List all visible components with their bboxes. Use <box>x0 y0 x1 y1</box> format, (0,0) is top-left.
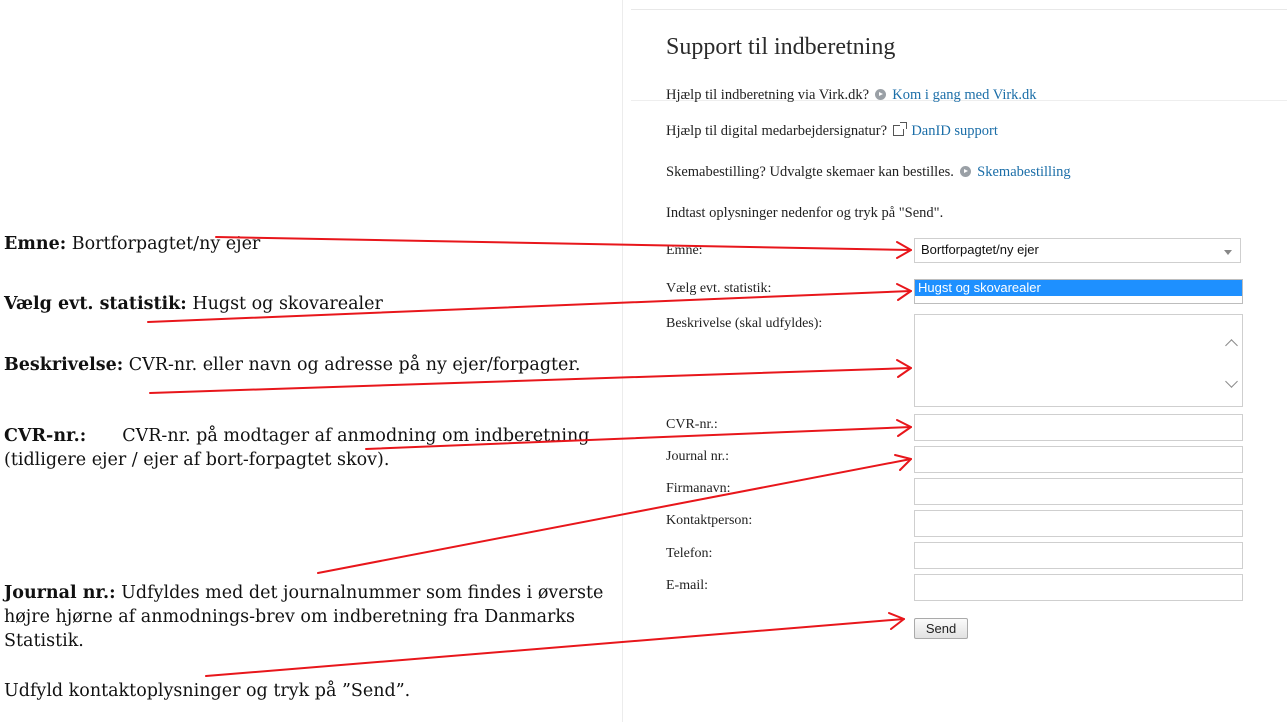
note-beskrivelse: Beskrivelse: CVR-nr. eller navn og adres… <box>4 353 636 377</box>
note-emne: Emne: Bortforpagtet/ny ejer <box>4 232 666 256</box>
label-firmanavn: Firmanavn: <box>666 481 731 496</box>
statistik-listbox[interactable]: Hugst og skovarealer <box>914 279 1243 304</box>
chevron-down-icon <box>1224 250 1232 255</box>
statistik-option-selected[interactable]: Hugst og skovarealer <box>915 280 1242 296</box>
link-kom-i-gang[interactable]: Kom i gang med Virk.dk <box>892 87 1036 103</box>
label-telefon: Telefon: <box>666 546 713 561</box>
journal-input[interactable] <box>914 446 1243 473</box>
firmanavn-input[interactable] <box>914 478 1243 505</box>
note-send-instruction: Udfyld kontaktoplysninger og tryk på ”Se… <box>4 681 411 701</box>
info-virk: Hjælp til indberetning via Virk.dk? Kom … <box>666 87 1037 104</box>
label-beskrivelse: Beskrivelse (skal udfyldes): <box>666 316 823 331</box>
send-button[interactable]: Send <box>914 618 968 639</box>
note-journal: Journal nr.: Udfyldes med det journalnum… <box>4 581 636 653</box>
label-emne: Emne: <box>666 243 703 258</box>
page-title: Support til indberetning <box>666 34 896 60</box>
note-beskrivelse-text: CVR-nr. eller navn og adresse på ny ejer… <box>123 355 581 375</box>
cvr-input[interactable] <box>914 414 1243 441</box>
scroll-down-icon[interactable] <box>1225 375 1238 388</box>
telefon-input[interactable] <box>914 542 1243 569</box>
panel-divider-top <box>631 9 1287 10</box>
note-statistik: Vælg evt. statistik: Hugst og skovareale… <box>4 292 666 316</box>
label-email: E-mail: <box>666 578 708 593</box>
note-journal-label: Journal nr.: <box>4 583 116 603</box>
link-danid-support[interactable]: DanID support <box>911 123 998 139</box>
info-skemabestilling: Skemabestilling? Udvalgte skemaer kan be… <box>666 164 1071 181</box>
label-kontaktperson: Kontaktperson: <box>666 513 753 528</box>
label-statistik: Vælg evt. statistik: <box>666 281 772 296</box>
note-emne-label: Emne: <box>4 234 67 254</box>
note-emne-text: Bortforpagtet/ny ejer <box>66 234 261 254</box>
form-instruction: Indtast oplysninger nedenfor og tryk på … <box>666 205 944 221</box>
info-virk-text: Hjælp til indberetning via Virk.dk? <box>666 87 870 103</box>
label-cvr: CVR-nr.: <box>666 417 718 432</box>
info-skemabestilling-text: Skemabestilling? Udvalgte skemaer kan be… <box>666 164 954 180</box>
link-skemabestilling[interactable]: Skemabestilling <box>977 164 1070 180</box>
emne-select-value: Bortforpagtet/ny ejer <box>921 242 1039 257</box>
beskrivelse-textarea[interactable] <box>914 314 1243 407</box>
arrow-circle-icon <box>959 166 971 177</box>
info-danid-text: Hjælp til digital medarbejdersignatur? <box>666 123 888 139</box>
note-statistik-label: Vælg evt. statistik: <box>4 294 187 314</box>
kontaktperson-input[interactable] <box>914 510 1243 537</box>
label-journal: Journal nr.: <box>666 449 729 464</box>
emne-select[interactable]: Bortforpagtet/ny ejer <box>914 238 1241 263</box>
scroll-up-icon[interactable] <box>1225 339 1238 352</box>
note-cvr: CVR-nr.: CVR-nr. på modtager af anmodning… <box>4 424 636 472</box>
note-statistik-text: Hugst og skovarealer <box>186 294 383 314</box>
email-input[interactable] <box>914 574 1243 601</box>
external-link-icon <box>892 122 907 136</box>
arrow-circle-icon <box>874 89 886 100</box>
note-cvr-text: CVR-nr. på modtager af anmodning om indb… <box>4 426 590 470</box>
note-beskrivelse-label: Beskrivelse: <box>4 355 124 375</box>
info-danid: Hjælp til digital medarbejdersignatur? D… <box>666 122 998 140</box>
note-cvr-label: CVR-nr.: <box>4 426 87 446</box>
